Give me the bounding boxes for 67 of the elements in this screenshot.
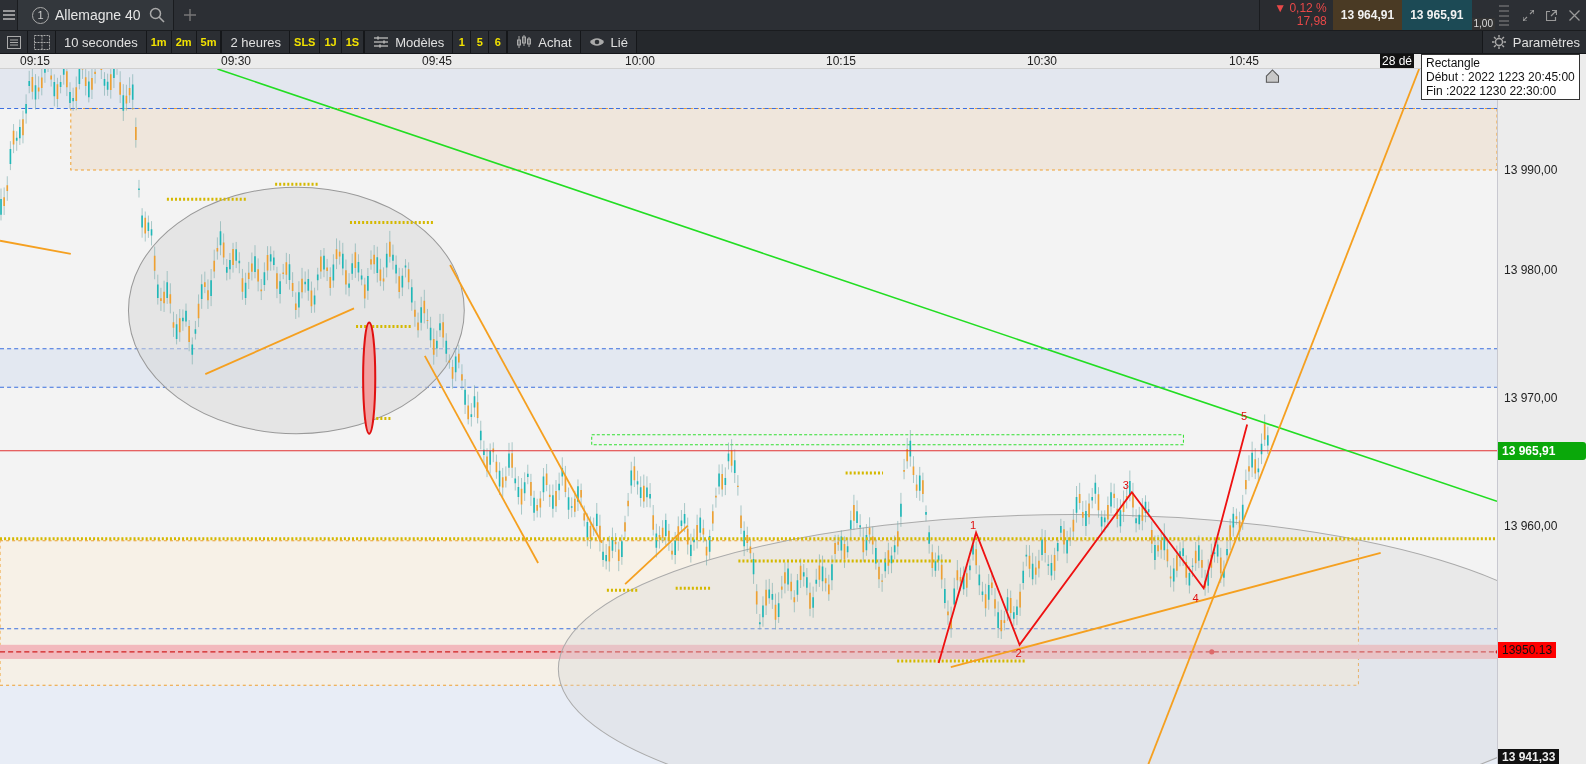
- settings-icon: [1490, 35, 1507, 49]
- price-label: 13 960,00: [1504, 518, 1558, 534]
- wave-label: 2: [1015, 646, 1022, 659]
- alert-price-tag: 13950.13: [1498, 642, 1557, 658]
- range-shortcut[interactable]: SLS: [290, 31, 321, 53]
- level-line: [275, 182, 319, 186]
- popout-icon[interactable]: [1546, 9, 1557, 21]
- layout-button[interactable]: [28, 31, 56, 53]
- search-icon[interactable]: [148, 7, 165, 23]
- interval-shortcut[interactable]: 1m: [146, 31, 172, 53]
- spread-value: 1,00: [1471, 18, 1495, 30]
- interval-dropdown[interactable]: 10 secondes: [56, 31, 147, 53]
- level-line: [606, 588, 638, 592]
- tooltip-line: Début : 2022 1223 20:45:00: [1426, 70, 1575, 84]
- tooltip-line: Fin :2022 1230 22:30:00: [1426, 84, 1558, 98]
- order-button[interactable]: Achat: [508, 31, 581, 53]
- grid-icon: [33, 34, 50, 50]
- link-button[interactable]: Lié: [580, 31, 637, 53]
- grip-icon[interactable]: [1499, 4, 1509, 26]
- trend-line: [0, 239, 72, 255]
- range-shortcut[interactable]: 1J: [320, 31, 342, 53]
- change-percent: ▼ 0,12 %: [1274, 2, 1327, 15]
- level-line: [356, 325, 413, 329]
- instrument-name: Allemagne 40: [55, 7, 141, 23]
- settings-button[interactable]: Paramètres: [1481, 31, 1586, 53]
- alert-point-icon: [1209, 649, 1215, 655]
- template-shortcut[interactable]: 5: [471, 31, 490, 53]
- date-tag: 28 dé: [1380, 54, 1415, 68]
- close-icon[interactable]: [1569, 9, 1580, 21]
- tooltip-title: Rectangle: [1426, 56, 1482, 70]
- menu-button[interactable]: [0, 0, 18, 30]
- sliders-icon: [373, 35, 390, 49]
- eye-icon: [588, 35, 605, 49]
- time-label: 10:45: [1229, 54, 1259, 68]
- list-icon: [6, 35, 21, 49]
- time-label: 10:15: [826, 54, 856, 68]
- add-tab-icon[interactable]: [183, 9, 196, 21]
- time-label: 09:30: [221, 54, 251, 68]
- sell-price-button[interactable]: 13 964,91: [1332, 0, 1403, 30]
- time-label: 09:15: [20, 54, 50, 68]
- expand-icon[interactable]: [1523, 9, 1534, 21]
- wave-label: 3: [1122, 479, 1129, 492]
- buy-price-button[interactable]: 13 965,91: [1402, 0, 1472, 30]
- price-label: 13 990,00: [1504, 162, 1558, 178]
- template-shortcut[interactable]: 1: [453, 31, 472, 53]
- price-label: 13 970,00: [1504, 390, 1558, 406]
- range-shortcut[interactable]: 1S: [341, 31, 365, 53]
- time-label: 10:00: [625, 54, 655, 68]
- wave-label: 1: [969, 518, 977, 531]
- last-price-tag: 13 965,91: [1498, 442, 1586, 460]
- range-dropdown[interactable]: 2 heures: [222, 31, 291, 53]
- time-label: 09:45: [422, 54, 452, 68]
- candles-icon: [516, 35, 533, 49]
- trend-line: [624, 524, 689, 586]
- list-button[interactable]: [0, 31, 28, 53]
- change-points: 17,98: [1296, 15, 1327, 28]
- level-line: [675, 586, 712, 590]
- interval-shortcut[interactable]: 2m: [171, 31, 197, 53]
- template-shortcut[interactable]: 6: [489, 31, 508, 53]
- time-label: 10:30: [1027, 54, 1057, 68]
- interval-shortcut[interactable]: 5m: [196, 31, 222, 53]
- level-line: [845, 471, 884, 475]
- templates-button[interactable]: Modèles: [365, 31, 454, 53]
- instrument-tab[interactable]: 1 Allemagne 40: [18, 0, 174, 30]
- menu-icon: [2, 10, 15, 20]
- price-label: 13 980,00: [1504, 262, 1558, 278]
- low-price-tag: 13 941,33: [1498, 749, 1560, 764]
